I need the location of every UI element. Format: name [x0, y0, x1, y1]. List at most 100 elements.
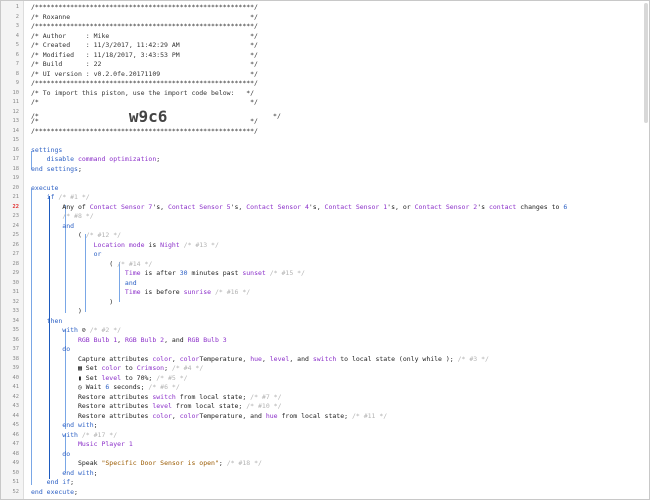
line-number: 15 — [1, 136, 19, 146]
code-line[interactable]: /***************************************… — [31, 127, 258, 137]
line-number: 27 — [1, 250, 19, 260]
code-line[interactable]: ▮ Set level to 70%; /* #5 */ — [31, 374, 188, 384]
line-number: 44 — [1, 412, 19, 422]
code-line[interactable]: Restore attributes switch from local sta… — [31, 393, 281, 403]
line-number: 32 — [1, 298, 19, 308]
line-number: 22 — [1, 203, 19, 213]
code-line[interactable]: do — [31, 345, 70, 355]
line-number: 9 — [1, 79, 19, 89]
code-line[interactable]: ▦ Set color to Crimson; /* #4 */ — [31, 364, 203, 374]
code-line[interactable]: ( /* #12 */ — [31, 231, 121, 241]
code-area[interactable]: /***************************************… — [27, 1, 649, 499]
code-line[interactable]: if /* #1 */ — [31, 193, 90, 203]
line-number: 28 — [1, 260, 19, 270]
line-number: 17 — [1, 155, 19, 165]
line-number: 13 — [1, 117, 19, 127]
line-number: 14 — [1, 127, 19, 137]
code-line[interactable]: Time is before sunrise /* #16 */ — [31, 288, 250, 298]
code-line[interactable]: /***************************************… — [31, 22, 258, 32]
code-line[interactable]: /* Roxanne */ — [31, 13, 258, 23]
line-number: 41 — [1, 383, 19, 393]
line-number: 5 — [1, 41, 19, 51]
code-line[interactable]: Restore attributes color, colorTemperatu… — [31, 412, 387, 422]
line-number: 49 — [1, 459, 19, 469]
line-number: 18 — [1, 165, 19, 175]
line-number: 8 — [1, 70, 19, 80]
line-number: 48 — [1, 450, 19, 460]
code-line[interactable]: Location mode is Night /* #13 */ — [31, 241, 219, 251]
code-line[interactable]: Any of Contact Sensor 7's, Contact Senso… — [31, 203, 567, 213]
code-line[interactable]: /* Modified : 11/18/2017, 3:43:53 PM */ — [31, 51, 258, 61]
line-number: 11 — [1, 98, 19, 108]
line-number: 38 — [1, 355, 19, 365]
code-line[interactable]: ) — [31, 298, 113, 308]
code-line[interactable]: /* Build : 22 */ — [31, 60, 258, 70]
code-line[interactable]: ) — [31, 307, 82, 317]
code-line[interactable]: /* Created : 11/3/2017, 11:42:29 AM */ — [31, 41, 258, 51]
code-line[interactable]: or — [31, 250, 101, 260]
code-line[interactable]: /***************************************… — [31, 79, 258, 89]
line-number: 31 — [1, 288, 19, 298]
line-number: 39 — [1, 364, 19, 374]
line-number: 21 — [1, 193, 19, 203]
code-line[interactable]: Capture attributes color, colorTemperatu… — [31, 355, 489, 365]
code-line[interactable]: /* */ — [31, 117, 258, 127]
line-number: 43 — [1, 402, 19, 412]
line-number: 42 — [1, 393, 19, 403]
line-number: 23 — [1, 212, 19, 222]
code-line[interactable]: settings — [31, 146, 62, 156]
code-line[interactable]: end with; — [31, 469, 98, 479]
code-line[interactable]: Music Player 1 — [31, 440, 133, 450]
code-line[interactable]: /***************************************… — [31, 3, 258, 13]
code-line[interactable]: /* #8 */ — [31, 212, 94, 222]
code-line[interactable]: /* Author : Mike */ — [31, 32, 258, 42]
code-line[interactable]: end execute; — [31, 488, 78, 498]
code-line[interactable]: disable command optimization; — [31, 155, 160, 165]
line-number: 51 — [1, 478, 19, 488]
code-editor[interactable]: 1 2 3 4 5 6 7 8 9 10 11 12 13 14 15 16 17 18 19 20 21 22 23 24 2… — [0, 0, 650, 500]
line-number: 12 — [1, 108, 19, 118]
line-number: 29 — [1, 269, 19, 279]
line-number: 37 — [1, 345, 19, 355]
line-number: 20 — [1, 184, 19, 194]
line-number: 52 — [1, 488, 19, 498]
code-line[interactable]: end if; — [31, 478, 74, 488]
line-number: 26 — [1, 241, 19, 251]
line-number: 33 — [1, 307, 19, 317]
line-number: 1 — [1, 3, 19, 13]
line-number: 4 — [1, 32, 19, 42]
code-line[interactable]: RGB Bulb 1, RGB Bulb 2, and RGB Bulb 3 — [31, 336, 227, 346]
code-line[interactable]: do — [31, 450, 70, 460]
code-line[interactable]: /* UI version : v0.2.0fe.20171109 */ — [31, 70, 258, 80]
code-line[interactable]: end settings; — [31, 165, 82, 175]
code-line[interactable]: Restore attributes level from local stat… — [31, 402, 282, 412]
code-line[interactable]: with ⊘ /* #2 */ — [31, 326, 121, 336]
code-line[interactable]: Speak "Specific Door Sensor is open"; /*… — [31, 459, 262, 469]
line-number: 50 — [1, 469, 19, 479]
code-line[interactable]: and — [31, 279, 137, 289]
code-line[interactable]: /* To import this piston, use the import… — [31, 89, 254, 99]
line-number: 2 — [1, 13, 19, 23]
import-code-line[interactable]: /* w9c6 */ — [31, 108, 281, 118]
line-number: 7 — [1, 60, 19, 70]
line-number: 25 — [1, 231, 19, 241]
line-number: 16 — [1, 146, 19, 156]
line-number: 3 — [1, 22, 19, 32]
line-number: 36 — [1, 336, 19, 346]
code-line[interactable]: ◷ Wait 6 seconds; /* #6 */ — [31, 383, 180, 393]
code-line[interactable]: execute — [31, 184, 58, 194]
code-line[interactable]: and — [31, 222, 74, 232]
code-line[interactable]: end with; — [31, 421, 98, 431]
line-number: 6 — [1, 51, 19, 61]
line-number: 34 — [1, 317, 19, 327]
line-number: 10 — [1, 89, 19, 99]
code-line[interactable]: Time is after 30 minutes past sunset /* … — [31, 269, 305, 279]
line-number: 45 — [1, 421, 19, 431]
line-number: 47 — [1, 440, 19, 450]
code-line[interactable]: then — [31, 317, 62, 327]
code-line[interactable]: ( /* #14 */ — [31, 260, 152, 270]
code-line[interactable]: with /* #17 */ — [31, 431, 117, 441]
line-number: 35 — [1, 326, 19, 336]
scrollbar-thumb[interactable] — [644, 3, 648, 123]
line-number: 30 — [1, 279, 19, 289]
